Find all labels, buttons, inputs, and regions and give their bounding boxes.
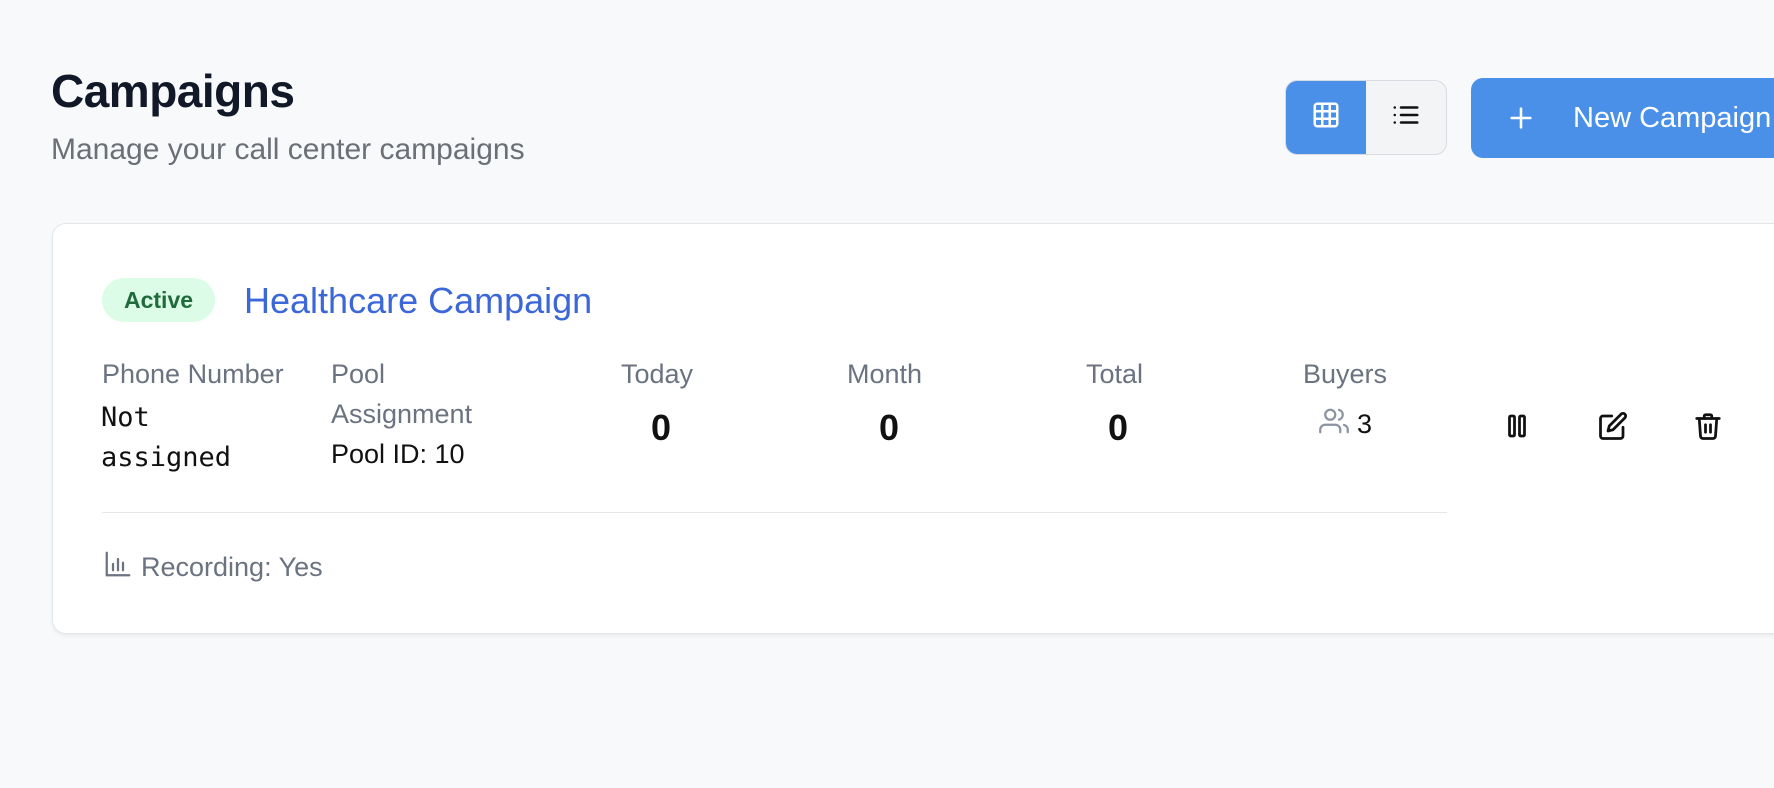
month-label: Month	[847, 359, 923, 389]
buyers-count-value: 3	[1357, 409, 1373, 439]
total-label: Total	[1086, 359, 1144, 389]
today-value: 0	[650, 407, 672, 448]
trash-icon	[1693, 411, 1723, 446]
recording-text: Recording: Yes	[141, 552, 323, 582]
grid-view-button[interactable]	[1286, 81, 1366, 154]
buyers-label: Buyers	[1303, 359, 1388, 389]
edit-button[interactable]	[1593, 408, 1633, 448]
today-label: Today	[621, 359, 694, 389]
month-value: 0	[878, 407, 900, 448]
pool-id-value: Pool ID: 10	[331, 439, 465, 469]
new-campaign-label: New Campaign	[1573, 101, 1772, 134]
phone-number-value: Not assigned	[101, 402, 232, 473]
pool-assignment-label: Pool Assignment	[331, 359, 473, 429]
campaign-name-link[interactable]: Healthcare Campaign	[244, 279, 592, 323]
delete-button[interactable]	[1688, 408, 1728, 448]
recording-status: Recording: Yes	[103, 549, 323, 586]
pause-icon	[1502, 411, 1532, 446]
total-value: 0	[1107, 407, 1129, 448]
status-badge: Active	[102, 278, 216, 322]
pause-button[interactable]	[1497, 408, 1537, 448]
page-title: Campaigns	[51, 65, 295, 117]
view-toggle	[1285, 80, 1447, 155]
list-view-button[interactable]	[1366, 81, 1446, 154]
phone-number-label: Phone Number	[102, 359, 284, 389]
edit-icon	[1598, 411, 1628, 446]
campaign-card: Active Healthcare Campaign Phone Number …	[52, 223, 1774, 634]
grid-icon	[1311, 100, 1341, 135]
bar-chart-icon	[103, 549, 133, 586]
users-icon	[1319, 406, 1349, 443]
new-campaign-button[interactable]: New Campaign	[1471, 78, 1774, 158]
card-divider	[102, 512, 1447, 513]
plus-icon	[1507, 104, 1535, 132]
page-subtitle: Manage your call center campaigns	[51, 133, 525, 166]
buyers-count: 3	[1319, 406, 1372, 443]
list-icon	[1391, 100, 1421, 135]
